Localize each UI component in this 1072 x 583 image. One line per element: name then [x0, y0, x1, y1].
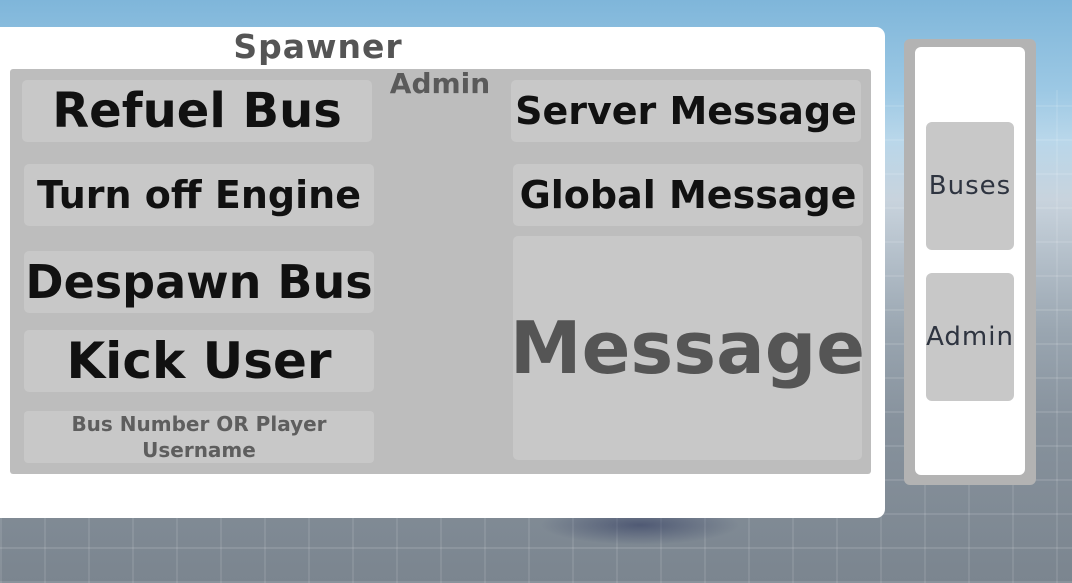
admin-section-title: Admin	[389, 67, 491, 100]
tab-admin[interactable]: Admin	[926, 273, 1014, 401]
global-message-button[interactable]: Global Message	[513, 164, 863, 226]
bus-or-username-input[interactable]: Bus Number OR Player Username	[24, 411, 374, 463]
message-input[interactable]: Message	[510, 236, 865, 460]
refuel-bus-button[interactable]: Refuel Bus	[22, 80, 372, 142]
turn-off-engine-button[interactable]: Turn off Engine	[24, 164, 374, 226]
spawner-title: Spawner	[233, 27, 403, 66]
despawn-bus-button[interactable]: Despawn Bus	[24, 251, 374, 313]
kick-user-button[interactable]: Kick User	[24, 330, 374, 392]
side-panel-inner	[915, 47, 1025, 475]
server-message-button[interactable]: Server Message	[511, 80, 861, 142]
tab-buses[interactable]: Buses	[926, 122, 1014, 250]
